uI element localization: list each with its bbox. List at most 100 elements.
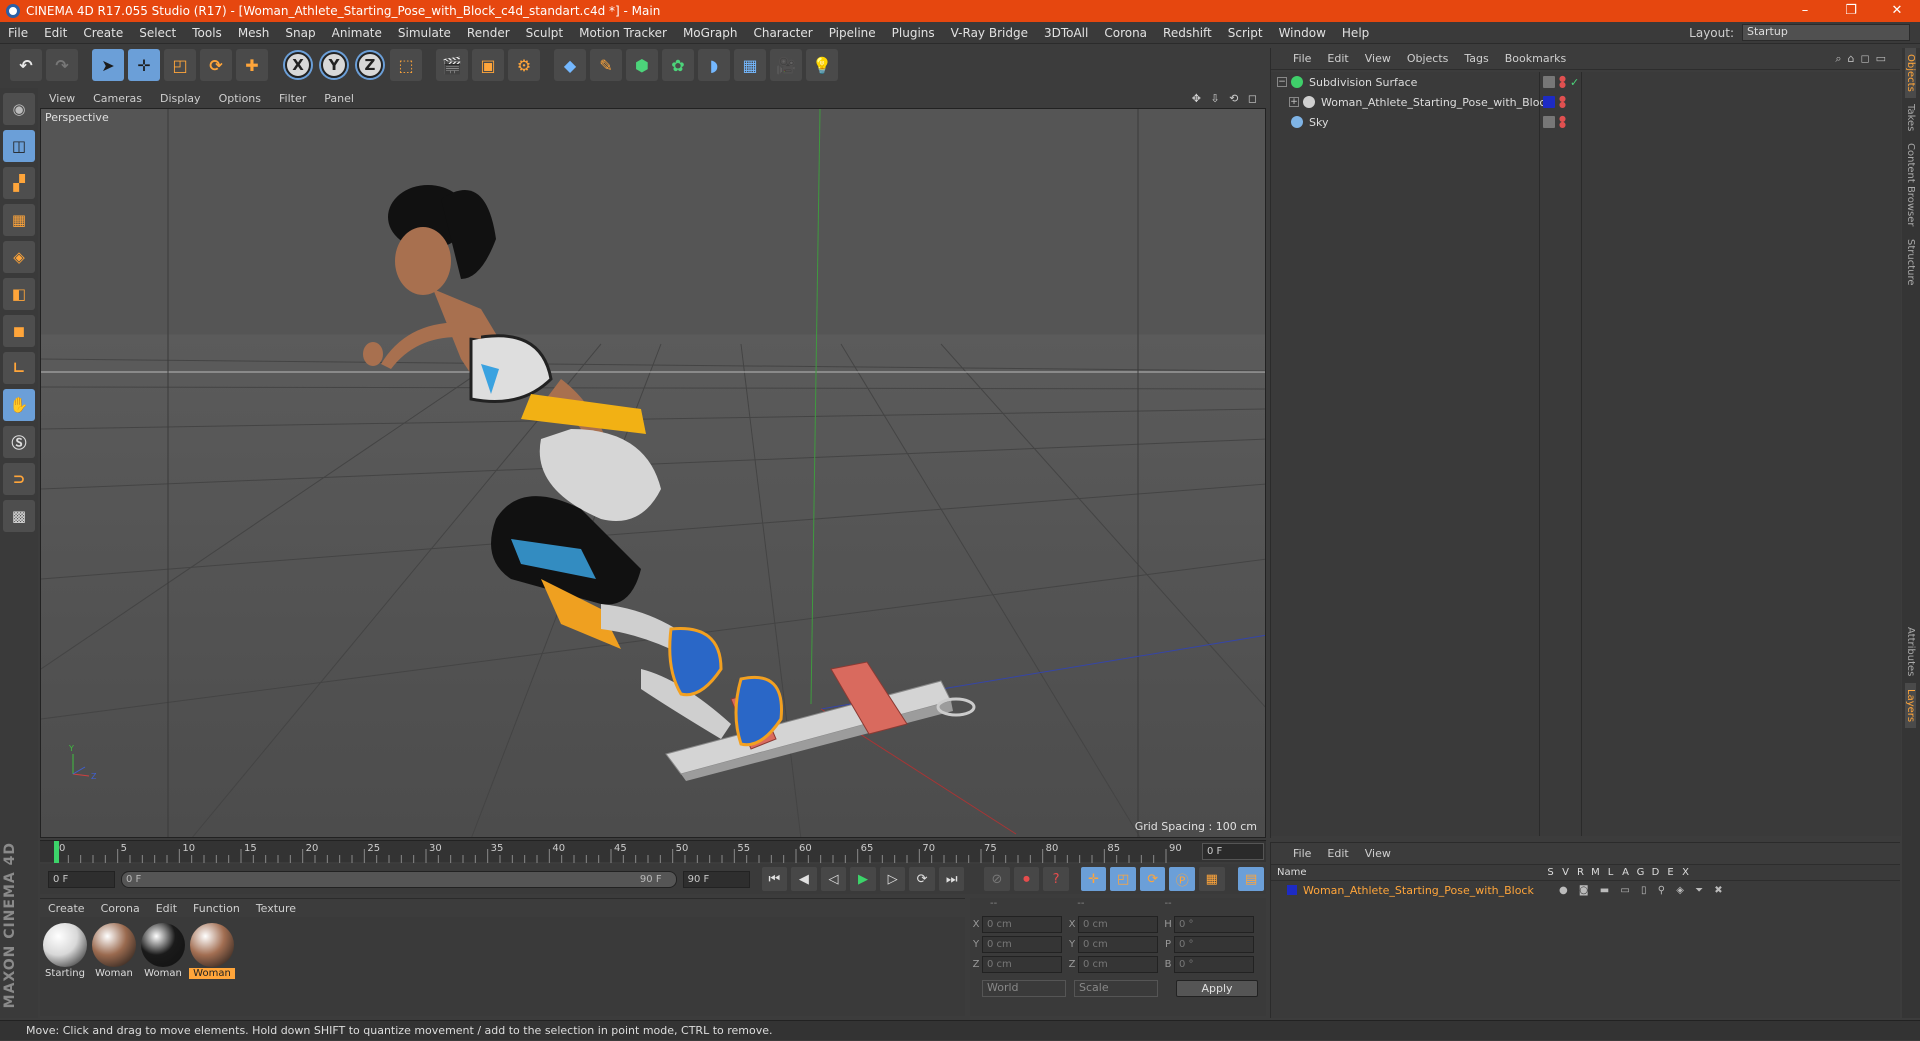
next-key-icon[interactable]: ⟳ [909, 867, 935, 891]
lock-workplane-icon[interactable]: ⊃ [3, 463, 35, 495]
menu-character[interactable]: Character [745, 26, 820, 40]
texture-mode-icon[interactable]: ◫ [3, 130, 35, 162]
material-preview-ball[interactable] [190, 923, 234, 967]
obj-menu-edit[interactable]: Edit [1319, 52, 1356, 65]
mat-menu-create[interactable]: Create [40, 902, 93, 915]
coord-value-field[interactable]: 0 cm [1078, 955, 1158, 973]
timeline-ruler[interactable]: 0 5 10 15 20 25 30 35 40 45 50 55 60 65 70 75 80 85 90 0 F [40, 840, 1266, 863]
coord-value-field[interactable]: 0 cm [1078, 935, 1158, 953]
key-position-icon[interactable]: ✛ [1080, 867, 1107, 891]
snap-icon[interactable]: ✋ [3, 389, 35, 421]
tab-attributes[interactable]: Attributes [1905, 621, 1916, 682]
start-frame-field[interactable]: 0 F [48, 870, 115, 888]
material-swatch[interactable]: Woman [140, 923, 186, 979]
next-frame-icon[interactable]: ▷ [879, 867, 906, 891]
minimize-button[interactable]: – [1782, 0, 1828, 22]
layer-color-swatch[interactable] [1287, 885, 1297, 895]
light-icon[interactable]: 💡 [806, 49, 838, 81]
viewport-menu-options[interactable]: Options [210, 92, 270, 105]
camera-icon[interactable]: 🎥 [770, 49, 802, 81]
end-frame-field[interactable]: 90 F [682, 870, 750, 888]
coord-value-field[interactable]: 0 ° [1174, 935, 1254, 953]
material-swatch[interactable]: Starting [42, 923, 88, 979]
obj-menu-bookmarks[interactable]: Bookmarks [1497, 52, 1574, 65]
menu-animate[interactable]: Animate [324, 26, 390, 40]
menu-motion-tracker[interactable]: Motion Tracker [571, 26, 675, 40]
select-icon[interactable]: ➤ [92, 49, 124, 81]
menu-create[interactable]: Create [75, 26, 131, 40]
current-frame-field[interactable]: 0 F [1202, 843, 1264, 860]
close-button[interactable]: ✕ [1874, 0, 1920, 22]
menu-corona[interactable]: Corona [1096, 26, 1155, 40]
mat-menu-corona[interactable]: Corona [93, 902, 148, 915]
key-pla-icon[interactable]: ▦ [1199, 867, 1225, 891]
key-parameter-icon[interactable]: Ⓟ [1169, 867, 1195, 891]
menu-pipeline[interactable]: Pipeline [821, 26, 884, 40]
visibility-dots-icon[interactable]: ● ● [1559, 75, 1566, 89]
object-manager-icons[interactable]: ⌕⌂◻▭ [1827, 52, 1900, 66]
expand-toggle-icon[interactable]: + [1289, 97, 1299, 107]
coord-value-field[interactable]: 0 cm [982, 915, 1062, 933]
menu-select[interactable]: Select [131, 26, 184, 40]
viewport-nav-icons[interactable]: ✥ ⇩ ⟲ ◻ [1183, 92, 1266, 105]
material-name[interactable]: Starting [42, 968, 88, 979]
object-tree[interactable]: − Subdivision Surface ● ● ✓ + Woman_Athlete_St… [1271, 72, 1901, 836]
obj-menu-view[interactable]: View [1357, 52, 1399, 65]
undo-icon[interactable]: ↶ [10, 49, 42, 81]
floor-icon[interactable]: ▦ [734, 49, 766, 81]
coord-value-field[interactable]: 0 ° [1174, 915, 1254, 933]
material-swatch[interactable]: Woman [91, 923, 137, 979]
tweak-icon[interactable]: ∟ [3, 352, 35, 384]
visibility-dots-icon[interactable]: ● ● [1559, 95, 1566, 109]
z-axis-icon[interactable]: Z [357, 52, 383, 78]
coord-value-field[interactable]: 0 ° [1174, 955, 1254, 973]
tab-structure[interactable]: Structure [1905, 233, 1916, 292]
menu-vray-bridge[interactable]: V-Ray Bridge [943, 26, 1036, 40]
live-select-icon[interactable]: ✚ [236, 49, 268, 81]
menu-mograph[interactable]: MoGraph [675, 26, 746, 40]
coord-value-field[interactable]: 0 cm [1078, 915, 1158, 933]
layer-checkbox-icon[interactable] [1543, 116, 1555, 128]
render-picture-viewer-icon[interactable]: ▣ [472, 49, 504, 81]
material-preview-ball[interactable] [92, 923, 136, 967]
pen-icon[interactable]: ✎ [590, 49, 622, 81]
menu-sculpt[interactable]: Sculpt [518, 26, 571, 40]
play-icon[interactable]: ▶ [850, 867, 876, 891]
object-name[interactable]: Sky [1309, 116, 1328, 129]
object-row[interactable]: Sky ● ● [1271, 112, 1901, 132]
y-axis-icon[interactable]: Y [321, 52, 347, 78]
coord-value-field[interactable]: 0 cm [982, 935, 1062, 953]
play-backwards-icon[interactable]: ◁ [820, 867, 847, 891]
redo-icon[interactable]: ↷ [46, 49, 78, 81]
obj-menu-file[interactable]: File [1285, 52, 1319, 65]
menu-redshift[interactable]: Redshift [1155, 26, 1220, 40]
object-name[interactable]: Subdivision Surface [1309, 76, 1417, 89]
autokey-icon[interactable]: ? [1043, 867, 1069, 891]
go-to-end-icon[interactable]: ⏭ [938, 867, 965, 891]
tab-layers[interactable]: Layers [1905, 682, 1916, 728]
go-to-start-icon[interactable]: ⏮ [761, 867, 788, 891]
edges-mode-icon[interactable]: ◈ [3, 241, 35, 273]
move-icon[interactable]: ✛ [128, 49, 160, 81]
maximize-button[interactable]: ❐ [1828, 0, 1874, 22]
mat-menu-function[interactable]: Function [185, 902, 248, 915]
axis-mode-icon[interactable]: ◼ [3, 315, 35, 347]
material-name[interactable]: Woman [91, 968, 137, 979]
menu-window[interactable]: Window [1271, 26, 1334, 40]
previous-key-icon[interactable]: ◀︎ [791, 867, 817, 891]
layer-checkbox-icon[interactable] [1543, 76, 1555, 88]
layer-checkbox-icon[interactable] [1543, 96, 1555, 108]
menu-mesh[interactable]: Mesh [230, 26, 278, 40]
menu-script[interactable]: Script [1220, 26, 1271, 40]
menu-edit[interactable]: Edit [36, 26, 75, 40]
subdivision-icon[interactable]: ⬢ [626, 49, 658, 81]
menu-file[interactable]: File [0, 26, 36, 40]
model-mode-icon[interactable]: ◉ [3, 93, 35, 125]
menu-plugins[interactable]: Plugins [884, 26, 943, 40]
menu-3dtoall[interactable]: 3DToAll [1036, 26, 1096, 40]
mat-menu-edit[interactable]: Edit [148, 902, 185, 915]
tab-content-browser[interactable]: Content Browser [1905, 137, 1916, 232]
viewport-menu-filter[interactable]: Filter [270, 92, 315, 105]
layer-menu-view[interactable]: View [1357, 847, 1399, 860]
timeline-window-icon[interactable]: ▤ [1238, 867, 1264, 891]
